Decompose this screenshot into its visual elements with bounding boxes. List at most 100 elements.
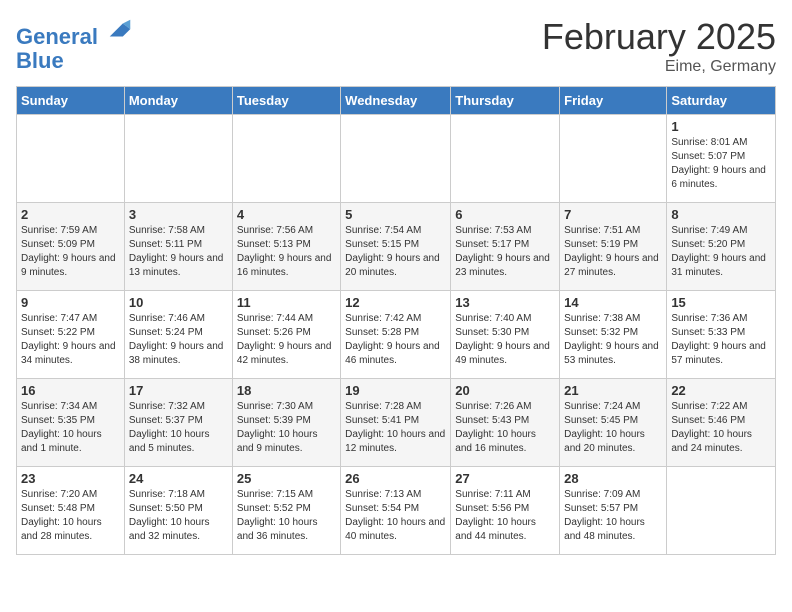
- calendar-cell: 21 Sunrise: 7:24 AM Sunset: 5:45 PM Dayli…: [560, 379, 667, 467]
- calendar-cell: 16Sunrise: 7:34 AM Sunset: 5:35 PM Dayli…: [17, 379, 125, 467]
- calendar-cell: 6Sunrise: 7:53 AM Sunset: 5:17 PM Daylig…: [451, 203, 560, 291]
- day-number: 20: [455, 383, 555, 398]
- page-header: General Blue February 2025 Eime, Germany: [16, 16, 776, 76]
- logo-line2: Blue: [16, 49, 134, 73]
- logo-text: General: [16, 16, 134, 49]
- day-number: 4: [237, 207, 336, 222]
- calendar-cell: 2 Sunrise: 7:59 AM Sunset: 5:09 PM Daylig…: [17, 203, 125, 291]
- day-info: Sunrise: 7:13 AM Sunset: 5:54 PM Dayligh…: [345, 488, 446, 544]
- day-info: Sunrise: 7:44 AM Sunset: 5:26 PM Dayligh…: [237, 312, 336, 368]
- calendar-cell: 25Sunrise: 7:15 AM Sunset: 5:52 PM Dayli…: [232, 467, 340, 555]
- calendar-cell: 5 Sunrise: 7:54 AM Sunset: 5:15 PM Daylig…: [341, 203, 451, 291]
- weekday-header-tuesday: Tuesday: [232, 87, 340, 115]
- day-info: Sunrise: 7:46 AM Sunset: 5:24 PM Dayligh…: [129, 312, 228, 368]
- day-info: Sunrise: 7:59 AM Sunset: 5:09 PM Dayligh…: [21, 224, 120, 280]
- calendar-cell: 4 Sunrise: 7:56 AM Sunset: 5:13 PM Daylig…: [232, 203, 340, 291]
- calendar-cell: 7 Sunrise: 7:51 AM Sunset: 5:19 PM Daylig…: [560, 203, 667, 291]
- day-info: Sunrise: 7:11 AM Sunset: 5:56 PM Dayligh…: [455, 488, 555, 544]
- day-info: Sunrise: 7:09 AM Sunset: 5:57 PM Dayligh…: [564, 488, 662, 544]
- day-info: Sunrise: 7:36 AM Sunset: 5:33 PM Dayligh…: [671, 312, 771, 368]
- calendar-cell: 24 Sunrise: 7:18 AM Sunset: 5:50 PM Dayli…: [124, 467, 232, 555]
- day-number: 28: [564, 471, 662, 486]
- calendar-cell: 26 Sunrise: 7:13 AM Sunset: 5:54 PM Dayli…: [341, 467, 451, 555]
- calendar-cell: 23 Sunrise: 7:20 AM Sunset: 5:48 PM Dayli…: [17, 467, 125, 555]
- calendar-cell: 18 Sunrise: 7:30 AM Sunset: 5:39 PM Dayli…: [232, 379, 340, 467]
- day-number: 7: [564, 207, 662, 222]
- day-info: Sunrise: 7:40 AM Sunset: 5:30 PM Dayligh…: [455, 312, 555, 368]
- calendar-cell: 3 Sunrise: 7:58 AM Sunset: 5:11 PM Daylig…: [124, 203, 232, 291]
- day-number: 10: [129, 295, 228, 310]
- calendar-cell: [560, 115, 667, 203]
- calendar-cell: 15 Sunrise: 7:36 AM Sunset: 5:33 PM Dayli…: [667, 291, 776, 379]
- day-number: 14: [564, 295, 662, 310]
- day-number: 26: [345, 471, 446, 486]
- logo: General Blue: [16, 16, 134, 73]
- day-info: Sunrise: 7:20 AM Sunset: 5:48 PM Dayligh…: [21, 488, 120, 544]
- day-info: Sunrise: 7:54 AM Sunset: 5:15 PM Dayligh…: [345, 224, 446, 280]
- day-info: Sunrise: 7:42 AM Sunset: 5:28 PM Dayligh…: [345, 312, 446, 368]
- title-block: February 2025 Eime, Germany: [542, 16, 776, 76]
- calendar-cell: 1 Sunrise: 8:01 AM Sunset: 5:07 PM Daylig…: [667, 115, 776, 203]
- calendar-cell: 14 Sunrise: 7:38 AM Sunset: 5:32 PM Dayli…: [560, 291, 667, 379]
- day-info: Sunrise: 7:26 AM Sunset: 5:43 PM Dayligh…: [455, 400, 555, 456]
- calendar-cell: 10 Sunrise: 7:46 AM Sunset: 5:24 PM Dayli…: [124, 291, 232, 379]
- calendar-cell: [341, 115, 451, 203]
- calendar-cell: 19 Sunrise: 7:28 AM Sunset: 5:41 PM Dayli…: [341, 379, 451, 467]
- day-info: Sunrise: 7:18 AM Sunset: 5:50 PM Dayligh…: [129, 488, 228, 544]
- day-info: Sunrise: 8:01 AM Sunset: 5:07 PM Dayligh…: [671, 136, 771, 192]
- day-info: Sunrise: 7:56 AM Sunset: 5:13 PM Dayligh…: [237, 224, 336, 280]
- day-number: 11: [237, 295, 336, 310]
- day-number: 2: [21, 207, 120, 222]
- day-number: 15: [671, 295, 771, 310]
- calendar-cell: 9 Sunrise: 7:47 AM Sunset: 5:22 PM Daylig…: [17, 291, 125, 379]
- day-number: 17: [129, 383, 228, 398]
- calendar-cell: 13 Sunrise: 7:40 AM Sunset: 5:30 PM Dayli…: [451, 291, 560, 379]
- weekday-header-wednesday: Wednesday: [341, 87, 451, 115]
- weekday-header-saturday: Saturday: [667, 87, 776, 115]
- day-info: Sunrise: 7:38 AM Sunset: 5:32 PM Dayligh…: [564, 312, 662, 368]
- weekday-header-thursday: Thursday: [451, 87, 560, 115]
- calendar-cell: 27 Sunrise: 7:11 AM Sunset: 5:56 PM Dayli…: [451, 467, 560, 555]
- location-subtitle: Eime, Germany: [542, 58, 776, 76]
- calendar-cell: [667, 467, 776, 555]
- month-title: February 2025: [542, 16, 776, 58]
- logo-icon: [106, 16, 134, 44]
- day-number: 8: [671, 207, 771, 222]
- day-number: 21: [564, 383, 662, 398]
- day-info: Sunrise: 7:34 AM Sunset: 5:35 PM Dayligh…: [21, 400, 120, 456]
- calendar-cell: 28 Sunrise: 7:09 AM Sunset: 5:57 PM Dayli…: [560, 467, 667, 555]
- day-info: Sunrise: 7:28 AM Sunset: 5:41 PM Dayligh…: [345, 400, 446, 456]
- day-number: 19: [345, 383, 446, 398]
- calendar-cell: [451, 115, 560, 203]
- calendar-cell: 12Sunrise: 7:42 AM Sunset: 5:28 PM Dayli…: [341, 291, 451, 379]
- calendar-cell: 11 Sunrise: 7:44 AM Sunset: 5:26 PM Dayli…: [232, 291, 340, 379]
- weekday-header-monday: Monday: [124, 87, 232, 115]
- calendar-cell: [124, 115, 232, 203]
- day-number: 23: [21, 471, 120, 486]
- day-info: Sunrise: 7:49 AM Sunset: 5:20 PM Dayligh…: [671, 224, 771, 280]
- day-info: Sunrise: 7:30 AM Sunset: 5:39 PM Dayligh…: [237, 400, 336, 456]
- calendar-cell: [232, 115, 340, 203]
- day-info: Sunrise: 7:51 AM Sunset: 5:19 PM Dayligh…: [564, 224, 662, 280]
- day-number: 5: [345, 207, 446, 222]
- day-info: Sunrise: 7:15 AM Sunset: 5:52 PM Dayligh…: [237, 488, 336, 544]
- day-info: Sunrise: 7:22 AM Sunset: 5:46 PM Dayligh…: [671, 400, 771, 456]
- calendar-cell: [17, 115, 125, 203]
- calendar-cell: 20 Sunrise: 7:26 AM Sunset: 5:43 PM Dayli…: [451, 379, 560, 467]
- day-info: Sunrise: 7:24 AM Sunset: 5:45 PM Dayligh…: [564, 400, 662, 456]
- calendar-cell: 17Sunrise: 7:32 AM Sunset: 5:37 PM Dayli…: [124, 379, 232, 467]
- weekday-header-sunday: Sunday: [17, 87, 125, 115]
- calendar-table: SundayMondayTuesdayWednesdayThursdayFrid…: [16, 86, 776, 555]
- day-number: 13: [455, 295, 555, 310]
- day-number: 22: [671, 383, 771, 398]
- day-number: 24: [129, 471, 228, 486]
- day-number: 3: [129, 207, 228, 222]
- day-number: 27: [455, 471, 555, 486]
- weekday-header-friday: Friday: [560, 87, 667, 115]
- day-number: 1: [671, 119, 771, 134]
- day-number: 18: [237, 383, 336, 398]
- calendar-cell: 8 Sunrise: 7:49 AM Sunset: 5:20 PM Daylig…: [667, 203, 776, 291]
- day-info: Sunrise: 7:47 AM Sunset: 5:22 PM Dayligh…: [21, 312, 120, 368]
- day-number: 9: [21, 295, 120, 310]
- day-info: Sunrise: 7:58 AM Sunset: 5:11 PM Dayligh…: [129, 224, 228, 280]
